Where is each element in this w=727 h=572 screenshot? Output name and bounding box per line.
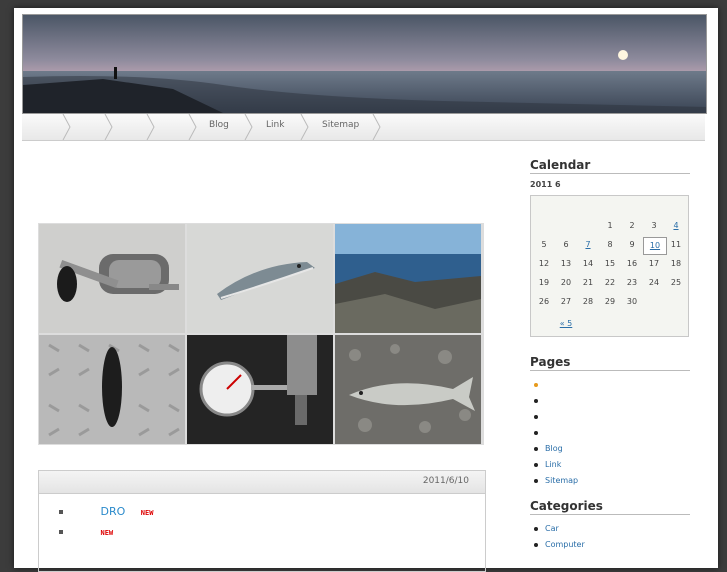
bullet-icon (534, 543, 538, 547)
category-item[interactable]: Computer (530, 537, 690, 553)
gallery-photo-fish[interactable] (335, 335, 481, 444)
pages-heading: Pages (530, 355, 690, 371)
calendar-day-22: 22 (604, 278, 616, 287)
calendar-day-17: 17 (648, 259, 660, 268)
bullet-icon (534, 431, 538, 435)
calendar-day-1: 1 (607, 221, 613, 230)
calendar-day-10[interactable]: 10 (643, 237, 667, 255)
photo-gallery (38, 223, 484, 445)
bullet-icon (534, 447, 538, 451)
nav-item-4[interactable] (158, 114, 186, 140)
nav-item-1[interactable] (32, 114, 60, 140)
calendar-day-25: 25 (670, 278, 682, 287)
square-bullet-icon (59, 530, 63, 534)
pages-item[interactable]: Blog (530, 441, 690, 457)
calendar-day-6: 6 (563, 240, 569, 249)
calendar-day-3: 3 (651, 221, 657, 230)
category-link[interactable]: Car (545, 524, 559, 533)
gallery-photo-coast[interactable] (335, 224, 481, 333)
categories-heading: Categories (530, 499, 690, 515)
calendar-day-24: 24 (648, 278, 660, 287)
calendar-day-19: 19 (538, 278, 550, 287)
header-banner-image (22, 14, 707, 114)
bullet-icon (534, 479, 538, 483)
calendar-day-5: 5 (541, 240, 547, 249)
post-entry: 2011/6/10 DRO NEW NEW (38, 470, 486, 572)
post-list-item: DRO NEW (59, 505, 153, 518)
calendar-day-15: 15 (604, 259, 616, 268)
calendar-day-28: 28 (582, 297, 594, 306)
pages-item[interactable] (530, 393, 690, 409)
post-item-link-dro[interactable]: DRO (101, 505, 126, 518)
post-list-item: NEW (59, 525, 113, 538)
calendar: 1 2 3 4 5 6 7 8 9 10 11 12 13 14 15 16 17 18 19 20 21 22 23 24 2… (530, 195, 689, 337)
new-badge: NEW (100, 529, 114, 537)
calendar-prev-month-link[interactable]: « 5 (553, 316, 579, 332)
gallery-photo-tread-plate-lure[interactable] (39, 335, 185, 444)
page-link[interactable]: Blog (545, 444, 563, 453)
categories-list: Car Computer (530, 521, 690, 553)
content-top-area (38, 158, 482, 218)
calendar-day-23: 23 (626, 278, 638, 287)
nav-item-sitemap[interactable]: Sitemap (322, 114, 359, 140)
bullet-icon (534, 383, 538, 387)
calendar-day-13: 13 (560, 259, 572, 268)
page-link[interactable]: Link (545, 460, 561, 469)
gallery-photo-reel[interactable] (39, 224, 185, 333)
nav-item-2[interactable] (74, 114, 102, 140)
bullet-icon (534, 415, 538, 419)
calendar-day-16: 16 (626, 259, 638, 268)
calendar-day-8: 8 (607, 240, 613, 249)
pages-item[interactable] (530, 377, 690, 393)
gallery-photo-dial-gauge[interactable] (187, 335, 333, 444)
sidebar: Calendar 2011 6 1 2 3 4 5 6 7 8 9 10 11 12 13 14 15 16 1… (530, 158, 690, 553)
calendar-day-27: 27 (560, 297, 572, 306)
calendar-day-18: 18 (670, 259, 682, 268)
calendar-day-9: 9 (629, 240, 635, 249)
square-bullet-icon (59, 510, 63, 514)
calendar-heading: Calendar (530, 158, 690, 174)
gallery-photo-lure[interactable] (187, 224, 333, 333)
calendar-day-30: 30 (626, 297, 638, 306)
calendar-day-2: 2 (629, 221, 635, 230)
post-header: 2011/6/10 (39, 471, 485, 494)
page: Blog Link Sitemap 2011/6/10 DRO NEW NEW … (14, 8, 718, 572)
bullet-icon (534, 399, 538, 403)
calendar-day-7[interactable]: 7 (577, 237, 599, 253)
calendar-day-4[interactable]: 4 (665, 218, 687, 234)
calendar-day-20: 20 (560, 278, 572, 287)
calendar-day-11: 11 (670, 240, 682, 249)
pages-item[interactable] (530, 425, 690, 441)
nav-item-blog[interactable]: Blog (209, 114, 229, 140)
pages-item[interactable] (530, 409, 690, 425)
pages-item[interactable]: Sitemap (530, 473, 690, 489)
nav-item-link[interactable]: Link (266, 114, 284, 140)
main-nav: Blog Link Sitemap (22, 114, 705, 141)
category-item[interactable]: Car (530, 521, 690, 537)
calendar-day-29: 29 (604, 297, 616, 306)
calendar-day-12: 12 (538, 259, 550, 268)
post-date: 2011/6/10 (422, 476, 469, 486)
bullet-icon (534, 463, 538, 467)
pages-item[interactable]: Link (530, 457, 690, 473)
new-badge: NEW (140, 509, 154, 517)
calendar-day-14: 14 (582, 259, 594, 268)
pages-list: Blog Link Sitemap (530, 377, 690, 489)
calendar-day-26: 26 (538, 297, 550, 306)
calendar-month-title: 2011 6 (530, 180, 561, 189)
page-link[interactable]: Sitemap (545, 476, 578, 485)
calendar-day-21: 21 (582, 278, 594, 287)
bullet-icon (534, 527, 538, 531)
nav-item-3[interactable] (116, 114, 144, 140)
